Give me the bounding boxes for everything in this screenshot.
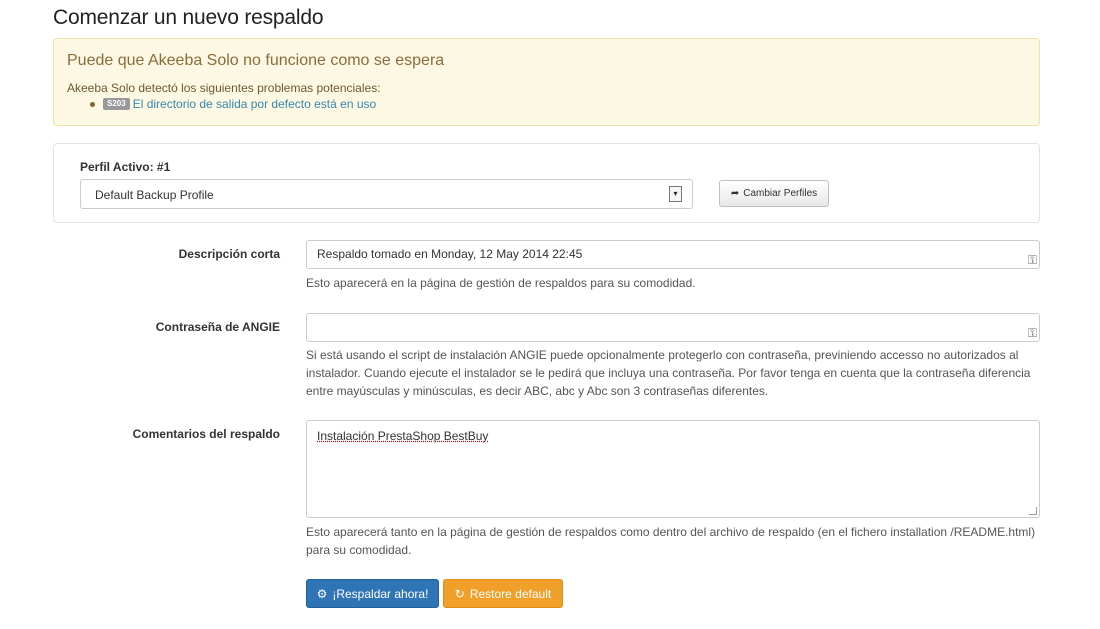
password-manager-icon[interactable]: ⚿ bbox=[1028, 320, 1037, 347]
issue-link[interactable]: El directorio de salida por defecto está… bbox=[133, 97, 376, 111]
switch-profiles-label: Cambiar Perfiles bbox=[743, 188, 818, 199]
comments-textarea[interactable]: Instalación PrestaShop BestBuy bbox=[306, 420, 1040, 518]
description-value: Respaldo tomado en Monday, 12 May 2014 2… bbox=[317, 247, 583, 261]
alert-title: Puede que Akeeba Solo no funcione como s… bbox=[67, 52, 445, 69]
alert-issue-list: S203 El directorio de salida por defecto… bbox=[90, 97, 376, 111]
bullet-icon bbox=[90, 101, 95, 107]
profile-panel: Perfil Activo: #1 Default Backup Profile… bbox=[53, 143, 1040, 223]
alert-description: Akeeba Solo detectó los siguientes probl… bbox=[67, 81, 381, 95]
angie-password-input[interactable]: ⚿ bbox=[306, 313, 1040, 342]
refresh-icon: ↻ bbox=[454, 586, 465, 601]
chevron-down-icon[interactable]: ▾ bbox=[669, 186, 682, 202]
page-title: Comenzar un nuevo respaldo bbox=[53, 6, 324, 29]
angie-password-label: Contraseña de ANGIE bbox=[155, 320, 280, 334]
restore-default-button[interactable]: ↻ Restore default bbox=[443, 579, 563, 608]
profile-select-value: Default Backup Profile bbox=[95, 188, 214, 202]
comments-value: Instalación PrestaShop BestBuy bbox=[317, 429, 489, 443]
alert-issue-item: S203 El directorio de salida por defecto… bbox=[90, 97, 376, 111]
switch-profiles-button[interactable]: ➦ Cambiar Perfiles bbox=[719, 180, 829, 207]
angie-password-help: Si está usando el script de instalación … bbox=[306, 348, 1031, 398]
backup-now-label: ¡Respaldar ahora! bbox=[332, 586, 429, 601]
warning-alert: Puede que Akeeba Solo no funcione como s… bbox=[53, 38, 1040, 126]
active-profile-label: Perfil Activo: #1 bbox=[80, 160, 171, 174]
password-manager-icon[interactable]: ⚿ bbox=[1028, 247, 1037, 274]
issue-code-badge: S203 bbox=[103, 98, 130, 110]
backup-icon: ⚙ bbox=[316, 586, 328, 601]
description-input[interactable]: Respaldo tomado en Monday, 12 May 2014 2… bbox=[306, 240, 1040, 269]
comments-help: Esto aparecerá tanto en la página de ges… bbox=[306, 525, 1036, 557]
restore-default-label: Restore default bbox=[469, 586, 552, 601]
description-label: Descripción corta bbox=[178, 247, 280, 261]
description-help: Esto aparecerá en la página de gestión d… bbox=[306, 276, 696, 290]
resize-grip-icon[interactable] bbox=[1029, 507, 1037, 515]
profile-select[interactable]: Default Backup Profile ▾ bbox=[80, 179, 693, 209]
backup-now-button[interactable]: ⚙ ¡Respaldar ahora! bbox=[306, 579, 439, 608]
arrow-right-icon: ➦ bbox=[730, 188, 740, 199]
comments-label: Comentarios del respaldo bbox=[132, 427, 280, 441]
